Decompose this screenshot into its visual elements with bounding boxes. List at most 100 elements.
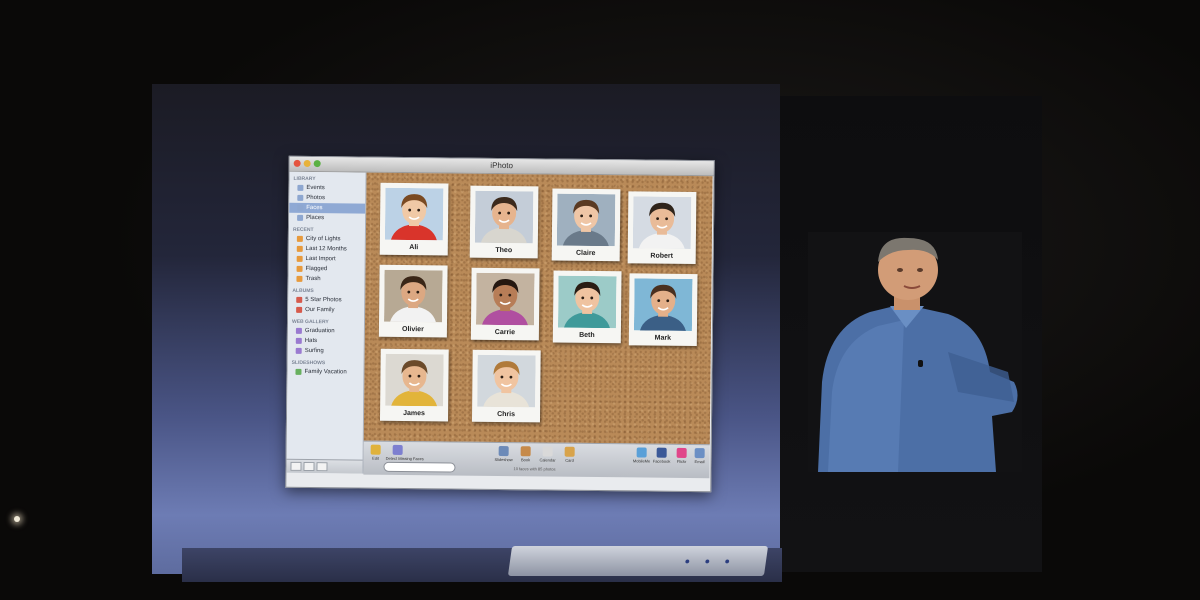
face-snapshot[interactable]: Mark [628, 273, 698, 347]
book-icon [520, 446, 531, 457]
card-icon [564, 446, 575, 457]
laptop-lid: ● ● ● [507, 546, 769, 576]
source-list-content: LIBRARY Events Photos Faces Places RECENT City… [287, 172, 366, 378]
sidebar-item-label: Events [306, 184, 325, 192]
face-name-label: Robert [650, 252, 674, 260]
face-name-label: Theo [495, 246, 513, 255]
sidebar-section-heading: ALBUMS [292, 287, 314, 295]
facebook-icon [656, 447, 667, 458]
toolbar-button-label: Edit [372, 455, 380, 461]
faces-icon [297, 204, 304, 211]
face-photo [556, 193, 616, 247]
face-name-label: Carrie [494, 328, 516, 337]
face-name-label: Olivier [401, 325, 424, 334]
edit-icon [370, 444, 381, 455]
email-button[interactable]: Email [688, 448, 712, 464]
sidebar-item-label: Places [306, 214, 325, 222]
web-gallery-icon [295, 337, 302, 344]
sidebar-section-heading: RECENT [292, 226, 314, 234]
sidebar-item-label: Surfing [304, 347, 324, 355]
face-name-label: Chris [497, 410, 516, 419]
sidebar-section-heading: SLIDESHOWS [291, 359, 326, 367]
window-title: iPhoto [490, 160, 514, 171]
sidebar-item-label: Photos [306, 194, 326, 202]
face-photo [384, 187, 444, 241]
face-photo [557, 275, 617, 329]
toolbar-button-label: Email [694, 459, 705, 465]
events-icon [297, 184, 304, 191]
sidebar-item-label: Hats [304, 337, 318, 345]
face-snapshot[interactable]: Olivier [378, 264, 448, 338]
face-snapshot[interactable]: Carrie [470, 267, 540, 341]
sidebar-item-label: Faces [306, 204, 323, 212]
face-snapshot[interactable]: Ali [379, 182, 449, 256]
actions-icon[interactable] [316, 462, 328, 472]
sidebar-item-label: Trash [305, 275, 321, 283]
slideshow-button[interactable]: Slideshow [492, 445, 516, 463]
calendar-button[interactable]: Calendar [536, 446, 560, 463]
toolbar-button-label: Card [565, 457, 574, 463]
places-icon [297, 214, 304, 221]
photos-icon [297, 194, 304, 201]
add-icon[interactable] [290, 461, 302, 471]
mobileme-icon [636, 447, 647, 458]
card-button[interactable]: Card [558, 446, 582, 463]
import-icon [296, 255, 303, 262]
book-button[interactable]: Book [514, 446, 538, 462]
face-snapshot[interactable]: Theo [469, 185, 539, 259]
face-snapshot[interactable]: James [379, 348, 449, 422]
presenter-video [808, 232, 1022, 472]
sidebar-item-label: Flagged [305, 265, 328, 273]
sidebar-section-heading: WEB GALLERY [291, 318, 329, 326]
flickr-icon [676, 447, 687, 458]
face-name-label: James [403, 409, 425, 418]
detect-missing-faces-button[interactable]: Detect Missing Faces [385, 444, 424, 462]
sidebar-section-heading: LIBRARY [293, 175, 316, 183]
search-input[interactable] [383, 461, 456, 473]
stage-light [14, 516, 20, 522]
sidebar-item-label: Our Family [305, 306, 335, 314]
email-icon [694, 448, 705, 459]
face-photo [477, 354, 536, 408]
sidebar-item-label: Family Vacation [304, 368, 347, 376]
edit-button[interactable]: Edit [364, 444, 388, 461]
face-name-label: Mark [654, 334, 672, 342]
face-photo [384, 269, 443, 323]
toolbar-button-label: Detect Missing Faces [385, 455, 424, 462]
face-photo [385, 353, 444, 407]
face-snapshot[interactable]: Robert [627, 191, 697, 265]
smart-album-icon [296, 296, 303, 303]
face-snapshot[interactable]: Chris [471, 349, 541, 423]
faces-count: 10 faces with 85 photos [513, 466, 556, 472]
sidebar-item[interactable]: Family Vacation [287, 367, 363, 378]
laptop-dock-icons: ● ● ● [683, 556, 737, 566]
face-snapshot[interactable]: Beth [552, 270, 622, 344]
sidebar-item-label: Graduation [304, 327, 335, 335]
event-icon [296, 235, 303, 242]
toolbar-button-label: Book [520, 457, 531, 463]
sidebar-item-label: 5 Star Photos [305, 296, 342, 304]
web-gallery-icon [295, 327, 302, 334]
album-icon [296, 306, 303, 313]
face-snapshot[interactable]: Claire [551, 188, 621, 262]
flag-icon [296, 265, 303, 272]
iphoto-window: iPhoto LIBRARY Events Photos Faces Places REC… [285, 155, 715, 493]
toolbar-button-label: Slideshow [494, 456, 513, 463]
web-gallery-icon [295, 347, 302, 354]
face-photo [633, 278, 693, 332]
face-name-label: Beth [579, 331, 595, 339]
faces-detect-icon [392, 444, 403, 455]
faces-corkboard: Ali Theo Claire Robert Olivier Carrie Be… [363, 172, 713, 445]
sidebar-item-label: Last 12 Months [305, 245, 347, 253]
face-photo [475, 272, 535, 326]
face-name-label: Claire [575, 249, 596, 257]
calendar-icon [296, 245, 303, 252]
source-list: LIBRARY Events Photos Faces Places RECENT City… [286, 171, 367, 474]
slideshow-icon [295, 368, 302, 375]
toolbar-button-label: Calendar [539, 457, 556, 463]
source-list-footer [286, 458, 363, 474]
sidebar-item-label: Last Import [305, 255, 336, 263]
slideshow-icon [498, 445, 509, 457]
face-name-label: Ali [409, 244, 419, 252]
info-icon[interactable] [303, 461, 315, 472]
